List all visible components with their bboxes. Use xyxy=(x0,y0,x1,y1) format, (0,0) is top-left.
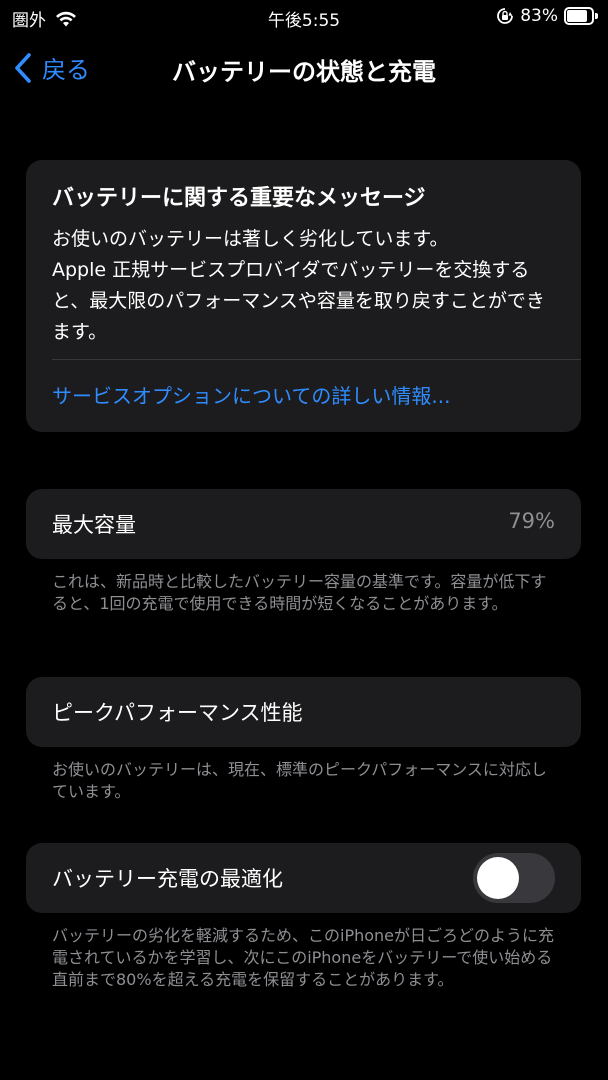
navigation-bar: 戻る バッテリーの状態と充電 xyxy=(0,40,608,96)
peak-performance-footnote: お使いのバッテリーは、現在、標準のピークパフォーマンスに対応しています。 xyxy=(52,760,547,801)
service-options-link[interactable]: サービスオプションについての詳しい情報... xyxy=(52,380,450,409)
message-title: バッテリーに関する重要なメッセージ xyxy=(52,186,426,211)
battery-percent: 83% xyxy=(520,6,558,26)
battery-message-card: バッテリーに関する重要なメッセージ お使いのバッテリーは著しく劣化しています。 … xyxy=(26,160,581,432)
optimized-charging-label: バッテリー充電の最適化 xyxy=(52,867,283,891)
orientation-lock-icon xyxy=(497,8,514,24)
capacity-footnote: これは、新品時と比較したバッテリー容量の基準です。容量が低下すると、1回の充電で… xyxy=(52,572,547,613)
message-body: お使いのバッテリーは著しく劣化しています。 Apple 正規サービスプロバイダで… xyxy=(52,228,545,343)
peak-performance-row: ピークパフォーマンス性能 xyxy=(26,677,581,747)
message-divider xyxy=(52,359,581,360)
status-bar: 圏外 午後5:55 83% xyxy=(0,0,608,34)
battery-icon xyxy=(564,7,598,25)
optimized-charging-footnote: バッテリーの劣化を軽減するため、このiPhoneが日ごろどのように充電されている… xyxy=(52,926,555,989)
peak-performance-label: ピークパフォーマンス性能 xyxy=(52,701,303,725)
page-title: バッテリーの状態と充電 xyxy=(172,58,436,86)
optimized-charging-row: バッテリー充電の最適化 xyxy=(26,843,581,913)
battery-fill xyxy=(567,10,587,22)
maximum-capacity-label: 最大容量 xyxy=(52,513,136,537)
maximum-capacity-value: 79% xyxy=(508,509,555,533)
maximum-capacity-row: 最大容量 79% xyxy=(26,489,581,559)
battery-nub xyxy=(595,13,598,19)
toggle-knob xyxy=(477,857,519,899)
status-right: 83% xyxy=(496,6,598,26)
optimized-charging-toggle[interactable] xyxy=(473,853,555,903)
